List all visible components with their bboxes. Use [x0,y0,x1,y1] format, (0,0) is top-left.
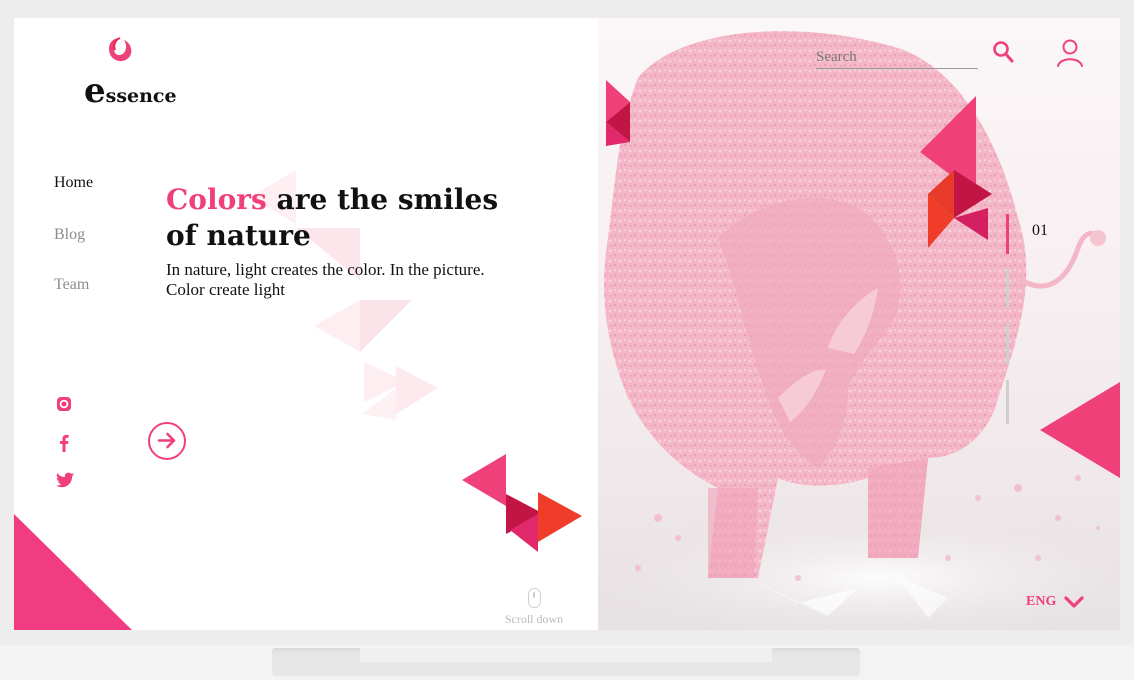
search-field[interactable] [816,46,978,69]
slide-indicator-3[interactable] [1006,324,1009,364]
search-input[interactable] [816,46,978,69]
scroll-down[interactable]: Scroll down [504,588,564,627]
slide-indicator-4[interactable] [1006,380,1009,424]
slide-indicator-2[interactable] [1006,268,1009,308]
slide-number: 01 [1032,222,1048,239]
monitor-stand-top [360,648,772,662]
language-label: ENG [1026,594,1057,609]
user-icon[interactable] [1056,38,1084,68]
hero-image-panel: 01 ENG [598,18,1120,630]
left-panel: essence Home Blog Team Colors are the sm… [14,18,598,630]
chevron-down-icon [1064,596,1084,608]
monitor-stand [272,648,860,676]
decorative-triangles-right [606,80,1120,478]
mouse-icon [527,588,541,608]
scroll-down-label: Scroll down [504,612,564,626]
language-selector[interactable]: ENG [1026,594,1084,610]
monitor-frame: essence Home Blog Team Colors are the sm… [0,0,1134,645]
search-icon[interactable] [992,40,1014,64]
slide-indicator-active[interactable] [1006,214,1009,254]
screen: essence Home Blog Team Colors are the sm… [14,18,1120,630]
decorative-triangles-bottom [462,454,582,552]
